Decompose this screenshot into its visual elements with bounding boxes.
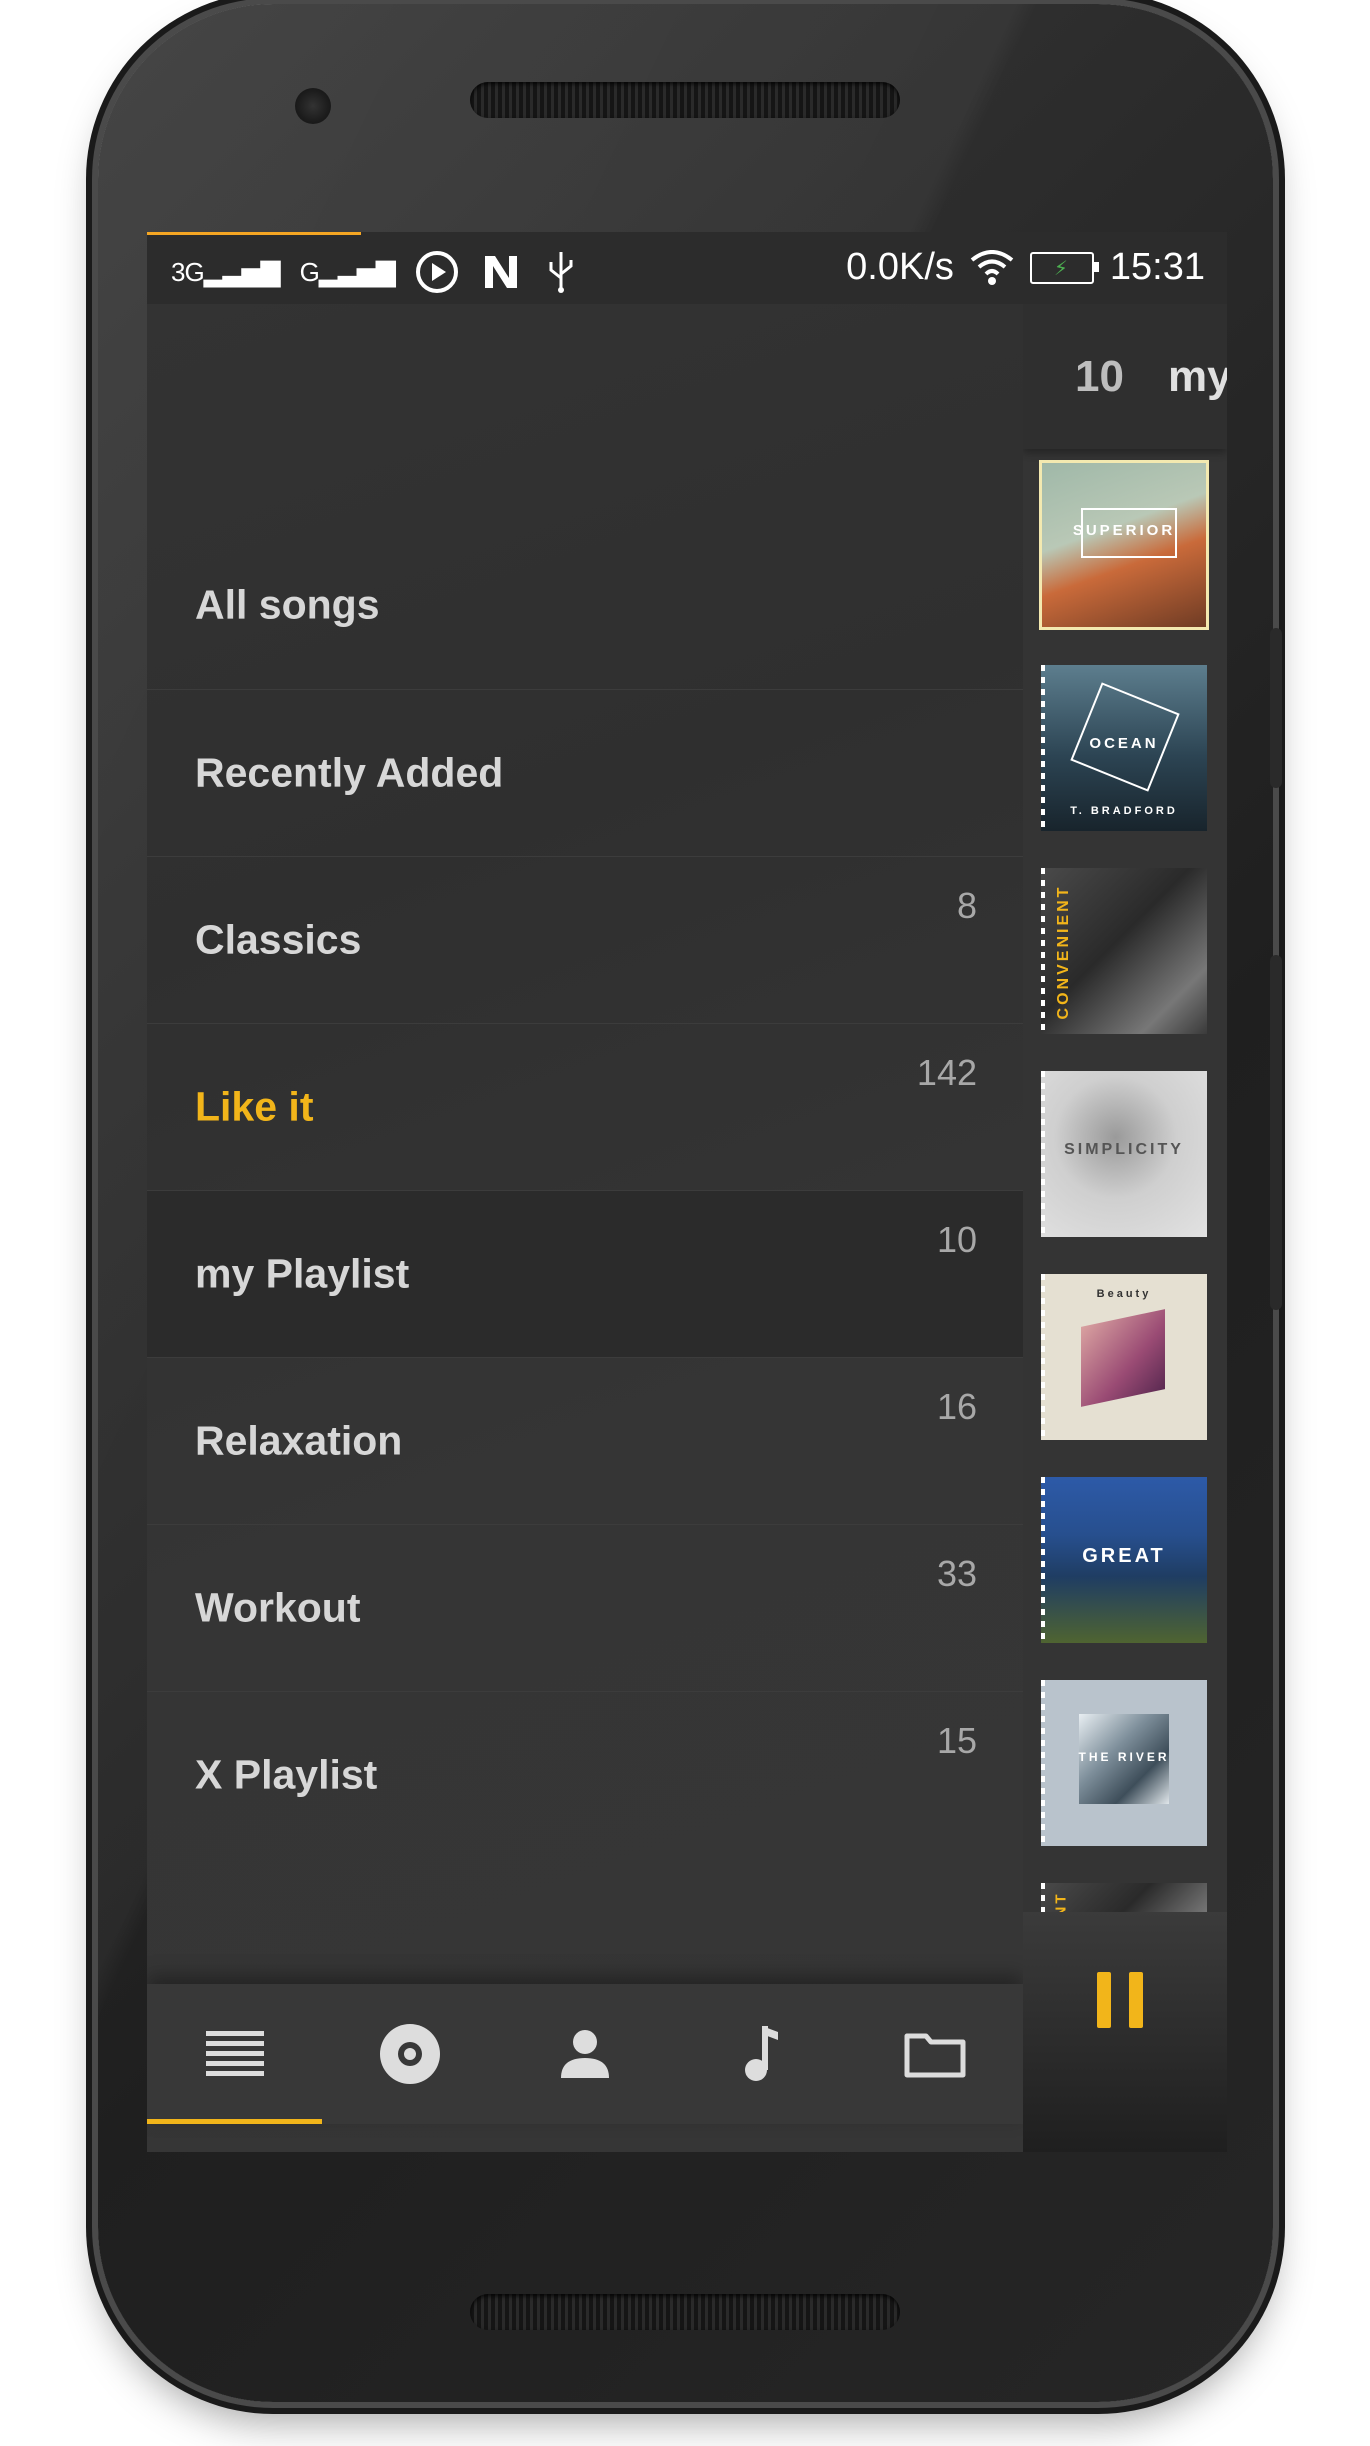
album-ocean[interactable]: OCEAN T. BRADFORD (1041, 665, 1207, 831)
album-great[interactable]: GREAT (1041, 1477, 1207, 1643)
screen: 3G▂▃▅▇ G▂▃▅▇ 0.0K/s ⚡ 15:31 All songs Re… (147, 232, 1227, 2152)
album-convenient[interactable]: CONVENIENT (1041, 868, 1207, 1034)
drawer-item-x-playlist[interactable]: X Playlist 15 (147, 1691, 1023, 1858)
pause-icon (1129, 1972, 1143, 2028)
album-title: OCEAN (1089, 735, 1159, 752)
drawer-item-count: 16 (936, 1386, 977, 1427)
playlist-song-count: 10 (1075, 352, 1124, 401)
pause-icon (1097, 1972, 1111, 2028)
bottom-speaker (470, 2294, 900, 2330)
signal-icon: 3G▂▃▅▇ (171, 256, 281, 287)
album-title: CONVENIENT (1055, 884, 1072, 1020)
navigation-drawer: All songs Recently Added Classics 8 Like… (147, 304, 1023, 2152)
album-subtitle: T. BRADFORD (1070, 805, 1178, 817)
pause-button[interactable] (1083, 1912, 1173, 2092)
status-accent-line (147, 232, 361, 235)
nav-albums[interactable] (322, 1984, 497, 2124)
nav-active-indicator (147, 2119, 322, 2124)
drawer-item-workout[interactable]: Workout 33 (147, 1524, 1023, 1691)
battery-charging-icon: ⚡ (1029, 251, 1099, 284)
folder-icon (904, 2033, 965, 2078)
front-camera (295, 88, 331, 124)
signal-icon: G▂▃▅▇ (299, 256, 396, 287)
album-superior[interactable]: SUPERIOR (1039, 460, 1209, 630)
power-button (1270, 628, 1282, 788)
top-speaker (470, 82, 900, 118)
album-beauty[interactable]: Beauty (1041, 1274, 1207, 1440)
drawer-item-relaxation[interactable]: Relaxation 16 (147, 1357, 1023, 1524)
n-icon (484, 256, 517, 288)
clock: 15:31 (1109, 246, 1205, 288)
nav-playlists[interactable] (147, 1984, 322, 2124)
drawer-item-label: my Playlist (195, 1250, 410, 1297)
playlists-icon (205, 2031, 264, 2076)
artist-icon (560, 2030, 609, 2078)
drawer-item-label: Workout (195, 1584, 361, 1631)
playlist-header: 10 my (1023, 304, 1227, 449)
album-icon (379, 2024, 440, 2084)
drawer-item-label: Relaxation (195, 1417, 403, 1464)
songs-icon (744, 2026, 778, 2081)
album-title: GREAT (1082, 1545, 1166, 1567)
drawer-item-count: 142 (916, 1052, 977, 1093)
net-speed: 0.0K/s (846, 246, 954, 288)
album-the-river[interactable]: THE RIVER (1041, 1680, 1207, 1846)
drawer-item-label: Like it (195, 1083, 314, 1130)
playlist-title: my (1168, 352, 1227, 401)
drawer-item-all-songs[interactable]: All songs (147, 522, 1023, 688)
album-title: THE RIVER (1078, 1750, 1170, 1764)
mini-player (1023, 1912, 1227, 2152)
drawer-item-label: Classics (195, 916, 362, 963)
playlist-panel: 10 my SUPERIOR OCEAN T. BRADFORD CONVENI… (1023, 304, 1227, 2152)
volume-button (1270, 955, 1282, 1310)
nav-folders[interactable] (847, 1984, 1022, 2124)
usb-icon (549, 252, 573, 293)
drawer-item-label: X Playlist (195, 1751, 378, 1798)
drawer-item-label: Recently Added (195, 749, 504, 796)
album-title: Beauty (1096, 1288, 1152, 1300)
album-simplicity[interactable]: SIMPLICITY (1041, 1071, 1207, 1237)
status-bar: 3G▂▃▅▇ G▂▃▅▇ 0.0K/s ⚡ 15:31 (147, 232, 1227, 304)
nav-artists[interactable] (497, 1984, 672, 2124)
drawer-item-recently-added[interactable]: Recently Added (147, 689, 1023, 856)
drawer-item-classics[interactable]: Classics 8 (147, 856, 1023, 1023)
drawer-item-like-it[interactable]: Like it 142 (147, 1023, 1023, 1190)
album-title: SUPERIOR (1072, 522, 1176, 539)
bottom-nav (147, 1984, 1023, 2124)
drawer-item-label: All songs (195, 581, 380, 628)
album-title: SIMPLICITY (1064, 1141, 1184, 1158)
player-icon (415, 251, 458, 293)
drawer-item-count: 8 (956, 885, 977, 926)
nav-songs[interactable] (672, 1984, 847, 2124)
drawer-item-count: 15 (936, 1720, 977, 1761)
wifi-icon (970, 249, 1014, 285)
drawer-item-my-playlist[interactable]: my Playlist 10 (147, 1190, 1023, 1357)
drawer-item-count: 10 (936, 1219, 977, 1260)
drawer-item-count: 33 (936, 1553, 977, 1594)
